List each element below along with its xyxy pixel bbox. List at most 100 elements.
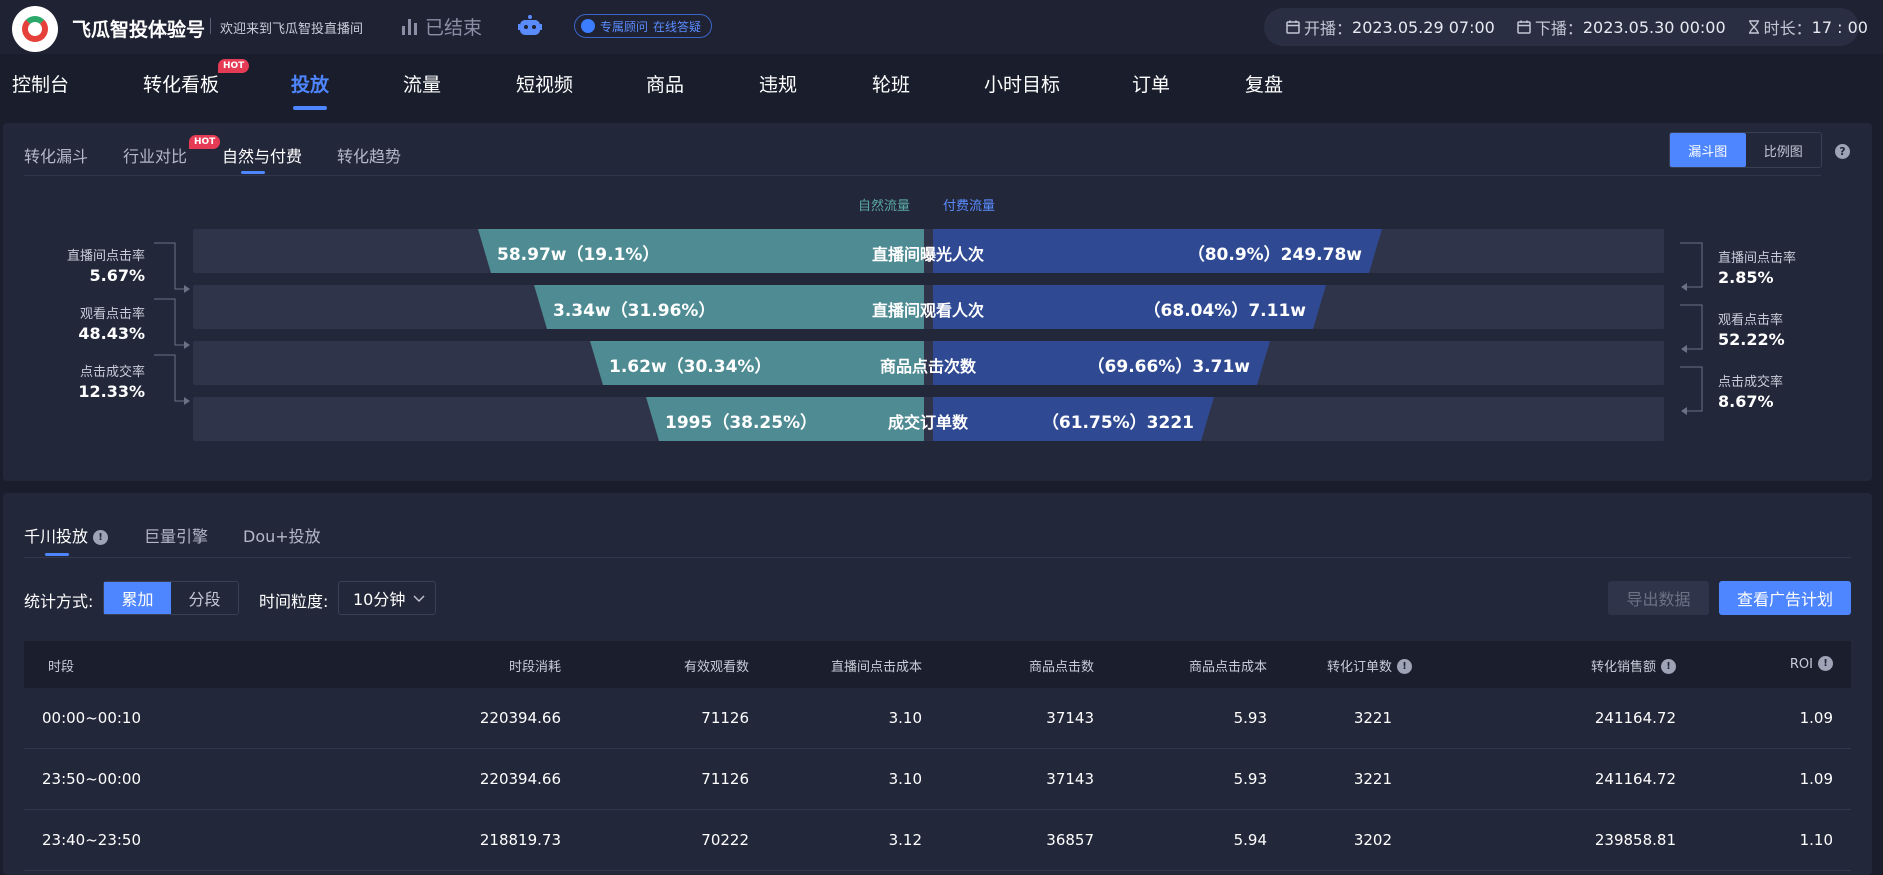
stat-mode-toggle: 累加 分段 (103, 581, 239, 615)
col-spend[interactable]: 时段消耗 (509, 656, 561, 675)
cell-conversion-sales: 239858.81 (1594, 831, 1676, 849)
left-rate-click-deal: 点击成交率 12.33% (78, 361, 145, 401)
rate-label: 观看点击率 (1718, 313, 1784, 328)
col-conversion-orders[interactable]: 转化订单数! (1327, 656, 1412, 675)
stage-label-click: 商品点击次数 (879, 357, 977, 376)
stat-segment-button[interactable]: 分段 (171, 582, 238, 614)
info-icon[interactable]: ! (1661, 659, 1676, 674)
cell-live-click-cost: 3.10 (888, 770, 922, 788)
rate-label: 直播间点击率 (66, 249, 145, 264)
tab-dou-plus[interactable]: Dou+投放 (243, 523, 321, 547)
granularity-value: 10分钟 (353, 590, 406, 609)
cell-conversion-orders: 3202 (1353, 831, 1392, 849)
col-product-click-cost[interactable]: 商品点击成本 (1189, 656, 1267, 675)
funnel-panel: 转化漏斗 行业对比 HOT 自然与付费 转化趋势 漏斗图 比例图 ? 自然流量 … (3, 123, 1872, 481)
calendar-icon (1286, 20, 1300, 34)
left-arrow-icons (184, 285, 190, 405)
granularity-label: 时间粒度: (259, 592, 329, 611)
rate-value: 2.85% (1718, 268, 1774, 287)
table-row[interactable]: 23:50~00:00 220394.66 71126 3.10 37143 5… (24, 749, 1851, 810)
bar-chart-icon (402, 18, 417, 35)
nav-item-violations[interactable]: 违规 (759, 70, 797, 97)
duration: 时长： 17 : 00 (1748, 15, 1868, 39)
duration-label: 时长： (1763, 19, 1812, 38)
right-rate-click-deal: 点击成交率 8.67% (1718, 371, 1783, 411)
col-live-click-cost[interactable]: 直播间点击成本 (831, 656, 922, 675)
natural-value-exposure: 58.97w（19.1%） (497, 245, 660, 265)
nav-item-traffic[interactable]: 流量 (403, 70, 441, 97)
export-data-button[interactable]: 导出数据 (1608, 581, 1709, 615)
cell-conversion-orders: 3221 (1353, 709, 1392, 727)
info-icon[interactable]: ! (1397, 659, 1412, 674)
end-time: 下播： 2023.05.30 00:00 (1517, 15, 1726, 39)
right-arrow-icons (1681, 283, 1687, 415)
calendar-icon (1517, 20, 1531, 34)
col-product-clicks[interactable]: 商品点击数 (1029, 656, 1094, 675)
start-time-label: 开播： (1304, 19, 1353, 38)
info-icon[interactable]: ! (1818, 656, 1833, 671)
stage-label-exposure: 直播间曝光人次 (871, 245, 985, 264)
cell-period: 23:40~23:50 (42, 831, 142, 849)
live-status-text: 已结束 (425, 17, 483, 39)
natural-value-watch: 3.34w（31.96%） (553, 301, 716, 321)
nav-item-ads[interactable]: 投放 (291, 70, 329, 97)
nav-item-products[interactable]: 商品 (646, 70, 684, 97)
col-conversion-sales[interactable]: 转化销售额! (1591, 656, 1676, 675)
col-valid-views[interactable]: 有效观看数 (684, 656, 749, 675)
paid-value-exposure: （80.9%）249.78w (1187, 245, 1362, 265)
right-rate-watch-click: 观看点击率 52.22% (1718, 309, 1785, 349)
nav-item-shifts[interactable]: 轮班 (872, 70, 910, 97)
cell-product-click-cost: 5.93 (1233, 709, 1267, 727)
cell-conversion-sales: 241164.72 (1594, 770, 1676, 788)
rate-label: 点击成交率 (1718, 375, 1784, 390)
stat-mode-label: 统计方式: (24, 592, 94, 611)
logo-mark (22, 16, 48, 42)
brand-logo[interactable] (12, 6, 58, 52)
hot-badge: HOT (218, 59, 250, 73)
paid-value-click: （69.66%）3.71w (1087, 357, 1250, 377)
live-times: 开播： 2023.05.29 07:00 下播： 2023.05.30 00:0… (1264, 8, 1868, 46)
cell-valid-views: 70222 (701, 831, 749, 849)
start-time: 开播： 2023.05.29 07:00 (1286, 15, 1495, 39)
table-row[interactable]: 23:40~23:50 218819.73 70222 3.12 36857 5… (24, 810, 1851, 871)
start-time-value: 2023.05.29 07:00 (1352, 17, 1495, 37)
tab-ocean-engine[interactable]: 巨量引擎 (144, 523, 208, 547)
nav-item-short-video[interactable]: 短视频 (516, 70, 573, 97)
rate-label: 观看点击率 (79, 307, 145, 322)
tab-qianchuan[interactable]: 千川投放! (24, 523, 109, 547)
nav-item-orders[interactable]: 订单 (1132, 70, 1170, 97)
left-rate-live-click: 直播间点击率 5.67% (67, 245, 145, 285)
nav-item-conversion-board[interactable]: 转化看板 (143, 70, 219, 97)
cell-product-clicks: 36857 (1046, 831, 1094, 849)
col-conversion-sales-label: 转化销售额 (1590, 660, 1656, 675)
end-time-value: 2023.05.30 00:00 (1582, 17, 1726, 37)
end-time-label: 下播： (1534, 19, 1583, 38)
view-ad-plans-button[interactable]: 查看广告计划 (1719, 581, 1851, 615)
nav-item-hourly-target[interactable]: 小时目标 (984, 70, 1060, 97)
advisor-button[interactable]: 专属顾问 在线答疑 (574, 14, 713, 38)
live-status: 已结束 (402, 13, 482, 40)
cell-roi: 1.09 (1799, 770, 1833, 788)
nav-item-console[interactable]: 控制台 (12, 70, 69, 97)
natural-value-order: 1995（38.25%） (665, 413, 818, 433)
right-connectors (1680, 242, 1703, 412)
stat-cumulative-button[interactable]: 累加 (104, 582, 171, 614)
col-roi[interactable]: ROI! (1790, 656, 1833, 672)
account-name[interactable]: 飞瓜智投体验号 (72, 15, 205, 42)
header-divider (210, 18, 211, 34)
paid-value-watch: （68.04%）7.11w (1143, 301, 1306, 321)
left-rate-watch-click: 观看点击率 48.43% (78, 303, 145, 343)
cell-product-click-cost: 5.93 (1233, 770, 1267, 788)
robot-icon[interactable] (518, 15, 542, 37)
col-conversion-orders-label: 转化订单数 (1326, 660, 1392, 675)
nav-item-review[interactable]: 复盘 (1245, 70, 1283, 97)
granularity-select[interactable]: 10分钟 (338, 581, 436, 615)
left-connectors (154, 242, 184, 402)
rate-value: 48.43% (78, 324, 145, 343)
tab-divider (24, 557, 1851, 558)
cell-valid-views: 71126 (701, 709, 749, 727)
stage-label-order: 成交订单数 (887, 413, 969, 432)
main-nav: 控制台 转化看板 HOT 投放 流量 短视频 商品 违规 轮班 小时目标 订单 … (0, 59, 1883, 112)
table-row[interactable]: 00:00~00:10 220394.66 71126 3.10 37143 5… (24, 688, 1851, 749)
info-icon[interactable]: ! (93, 530, 109, 545)
